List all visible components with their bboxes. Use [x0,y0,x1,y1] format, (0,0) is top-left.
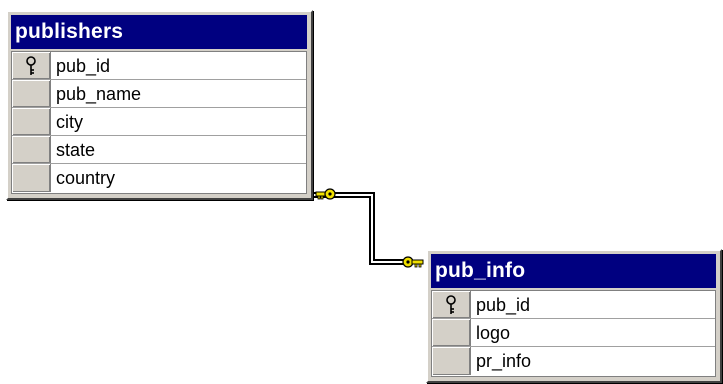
table-title[interactable]: pub_info [431,254,716,288]
row-selector[interactable] [432,347,471,375]
column-list: pub_id logo pr_info [431,290,716,377]
key-icon [402,256,424,268]
column-name: state [56,140,96,160]
column-row-city[interactable]: city [12,108,306,136]
row-selector[interactable] [12,52,51,79]
table-title[interactable]: publishers [11,15,307,49]
column-list: pub_id pub_name city state country [11,51,307,194]
table-pub-info[interactable]: pub_info pub_id logo pr_info [426,249,722,383]
table-publishers[interactable]: publishers pub_id pub_name city state co… [6,10,313,200]
key-icon [315,188,336,200]
connector-path [314,192,405,265]
column-name: country [56,168,116,188]
row-selector[interactable] [12,80,51,107]
row-selector[interactable] [12,164,51,192]
column-row-pub-id[interactable]: pub_id [12,52,306,80]
column-row-logo[interactable]: logo [432,319,715,347]
row-selector[interactable] [432,319,471,346]
column-name: pub_id [56,56,111,76]
primary-key-icon [26,55,36,75]
row-selector[interactable] [12,108,51,135]
column-row-state[interactable]: state [12,136,306,164]
column-row-pub-name[interactable]: pub_name [12,80,306,108]
column-row-pr-info[interactable]: pr_info [432,347,715,375]
row-selector[interactable] [12,136,51,163]
column-name: pr_info [476,351,532,371]
column-name: logo [476,323,511,343]
primary-key-icon [446,294,456,314]
column-name: city [56,112,83,132]
column-name: pub_name [56,84,142,104]
column-row-pub-id[interactable]: pub_id [432,291,715,319]
column-row-country[interactable]: country [12,164,306,192]
column-name: pub_id [476,295,531,315]
row-selector[interactable] [432,291,471,318]
